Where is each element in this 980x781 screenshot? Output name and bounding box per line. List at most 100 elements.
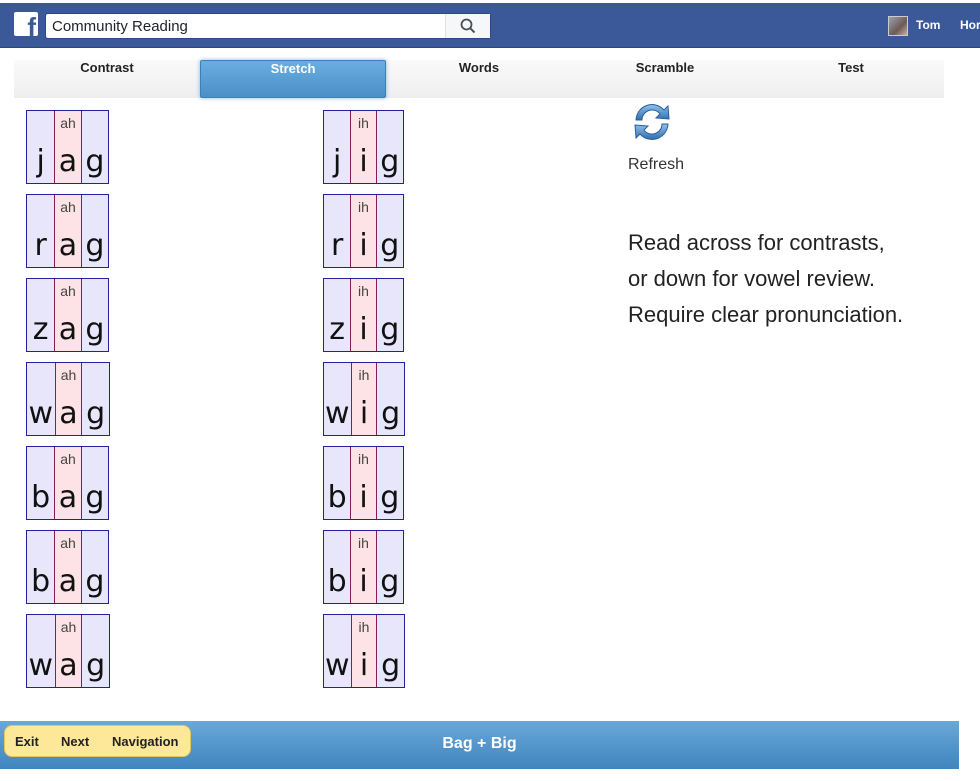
- vowel-letter: a: [58, 144, 78, 179]
- onset-segment[interactable]: z: [27, 279, 55, 351]
- onset-letter: w: [325, 396, 350, 431]
- coda-letter: g: [380, 144, 400, 179]
- tab-words[interactable]: Words: [386, 60, 572, 98]
- user-name-link[interactable]: Tom: [916, 18, 940, 32]
- word-tile[interactable]: b ih i g: [323, 446, 404, 520]
- vowel-letter: i: [359, 312, 368, 347]
- vowel-segment[interactable]: ah a: [54, 363, 83, 435]
- vowel-segment[interactable]: ih i: [350, 195, 377, 267]
- coda-letter: g: [381, 648, 401, 683]
- word-tile[interactable]: b ih i g: [323, 530, 404, 604]
- coda-segment[interactable]: g: [376, 111, 403, 183]
- search-button[interactable]: [445, 14, 490, 38]
- onset-letter: r: [34, 228, 47, 263]
- vowel-segment[interactable]: ih i: [350, 531, 377, 603]
- onset-segment[interactable]: j: [324, 111, 351, 183]
- search-input[interactable]: [46, 14, 446, 38]
- word-tile[interactable]: w ah a g: [26, 614, 110, 688]
- word-tile[interactable]: r ih i g: [323, 194, 404, 268]
- refresh-label[interactable]: Refresh: [628, 156, 684, 174]
- onset-segment[interactable]: w: [27, 615, 55, 687]
- onset-segment[interactable]: b: [324, 447, 351, 519]
- coda-segment[interactable]: g: [377, 615, 404, 687]
- onset-segment[interactable]: r: [27, 195, 55, 267]
- vowel-letter: i: [359, 228, 368, 263]
- word-tile[interactable]: j ih i g: [323, 110, 404, 184]
- word-tile[interactable]: z ih i g: [323, 278, 404, 352]
- coda-letter: g: [86, 648, 106, 683]
- coda-segment[interactable]: g: [81, 531, 108, 603]
- vowel-sound-label: ih: [358, 535, 369, 551]
- vowel-segment[interactable]: ih i: [350, 447, 377, 519]
- onset-segment[interactable]: b: [27, 447, 55, 519]
- onset-letter: w: [28, 648, 54, 683]
- coda-segment[interactable]: g: [376, 531, 403, 603]
- coda-segment[interactable]: g: [81, 447, 108, 519]
- avatar[interactable]: [888, 16, 908, 36]
- vowel-segment[interactable]: ah a: [54, 111, 82, 183]
- coda-letter: g: [86, 396, 106, 431]
- vowel-letter: i: [359, 144, 368, 179]
- vowel-letter: i: [359, 648, 369, 683]
- vowel-segment[interactable]: ih i: [350, 363, 378, 435]
- vowel-segment[interactable]: ih i: [350, 279, 377, 351]
- tab-stretch[interactable]: Stretch: [200, 60, 386, 98]
- onset-segment[interactable]: b: [324, 531, 351, 603]
- coda-segment[interactable]: g: [376, 447, 403, 519]
- onset-segment[interactable]: w: [324, 615, 351, 687]
- coda-letter: g: [85, 564, 105, 599]
- coda-segment[interactable]: g: [82, 363, 109, 435]
- instruction-line: Read across for contrasts,: [628, 230, 885, 255]
- coda-segment[interactable]: g: [377, 363, 404, 435]
- vowel-segment[interactable]: ah a: [54, 615, 83, 687]
- word-tile[interactable]: w ih i g: [323, 614, 405, 688]
- onset-segment[interactable]: w: [324, 363, 351, 435]
- coda-segment[interactable]: g: [81, 279, 108, 351]
- vowel-segment[interactable]: ah a: [54, 447, 82, 519]
- onset-segment[interactable]: z: [324, 279, 351, 351]
- vowel-sound-label: ah: [60, 535, 76, 551]
- word-tile[interactable]: r ah a g: [26, 194, 109, 268]
- vowel-letter: i: [359, 480, 368, 515]
- onset-segment[interactable]: r: [324, 195, 351, 267]
- word-tile[interactable]: z ah a g: [26, 278, 109, 352]
- vowel-letter: a: [59, 396, 78, 431]
- coda-letter: g: [380, 312, 400, 347]
- onset-segment[interactable]: j: [27, 111, 55, 183]
- onset-letter: j: [332, 144, 342, 179]
- facebook-logo-icon[interactable]: f: [14, 12, 38, 36]
- onset-segment[interactable]: b: [27, 531, 55, 603]
- facebook-top-bar: f Tom Hor: [0, 3, 980, 48]
- word-tile[interactable]: b ah a g: [26, 530, 109, 604]
- word-tile[interactable]: w ih i g: [323, 362, 405, 436]
- coda-segment[interactable]: g: [81, 195, 108, 267]
- vowel-letter: a: [58, 228, 78, 263]
- coda-segment[interactable]: g: [376, 195, 403, 267]
- vowel-letter: i: [359, 564, 368, 599]
- tab-test[interactable]: Test: [758, 60, 944, 98]
- refresh-icon[interactable]: [630, 100, 674, 144]
- vowel-segment[interactable]: ah a: [54, 279, 82, 351]
- vowel-segment[interactable]: ih i: [350, 615, 378, 687]
- coda-segment[interactable]: g: [81, 111, 108, 183]
- home-link[interactable]: Hor: [960, 18, 980, 32]
- word-tile[interactable]: w ah a g: [26, 362, 110, 436]
- tab-contrast[interactable]: Contrast: [14, 60, 200, 98]
- coda-segment[interactable]: g: [82, 615, 109, 687]
- vowel-segment[interactable]: ah a: [54, 195, 82, 267]
- word-tile[interactable]: b ah a g: [26, 446, 109, 520]
- vowel-sound-label: ah: [60, 283, 76, 299]
- word-tile[interactable]: j ah a g: [26, 110, 109, 184]
- vowel-segment[interactable]: ah a: [54, 531, 82, 603]
- onset-letter: b: [31, 480, 51, 515]
- vowel-segment[interactable]: ih i: [350, 111, 377, 183]
- bottom-navigation-bar: Exit Next Navigation Bag + Big: [0, 721, 959, 769]
- vowel-sound-label: ih: [358, 367, 370, 383]
- vowel-sound-label: ah: [60, 619, 77, 635]
- coda-letter: g: [381, 396, 401, 431]
- coda-segment[interactable]: g: [376, 279, 403, 351]
- onset-segment[interactable]: w: [27, 363, 55, 435]
- coda-letter: g: [380, 480, 400, 515]
- tab-scramble[interactable]: Scramble: [572, 60, 758, 98]
- onset-letter: b: [31, 564, 51, 599]
